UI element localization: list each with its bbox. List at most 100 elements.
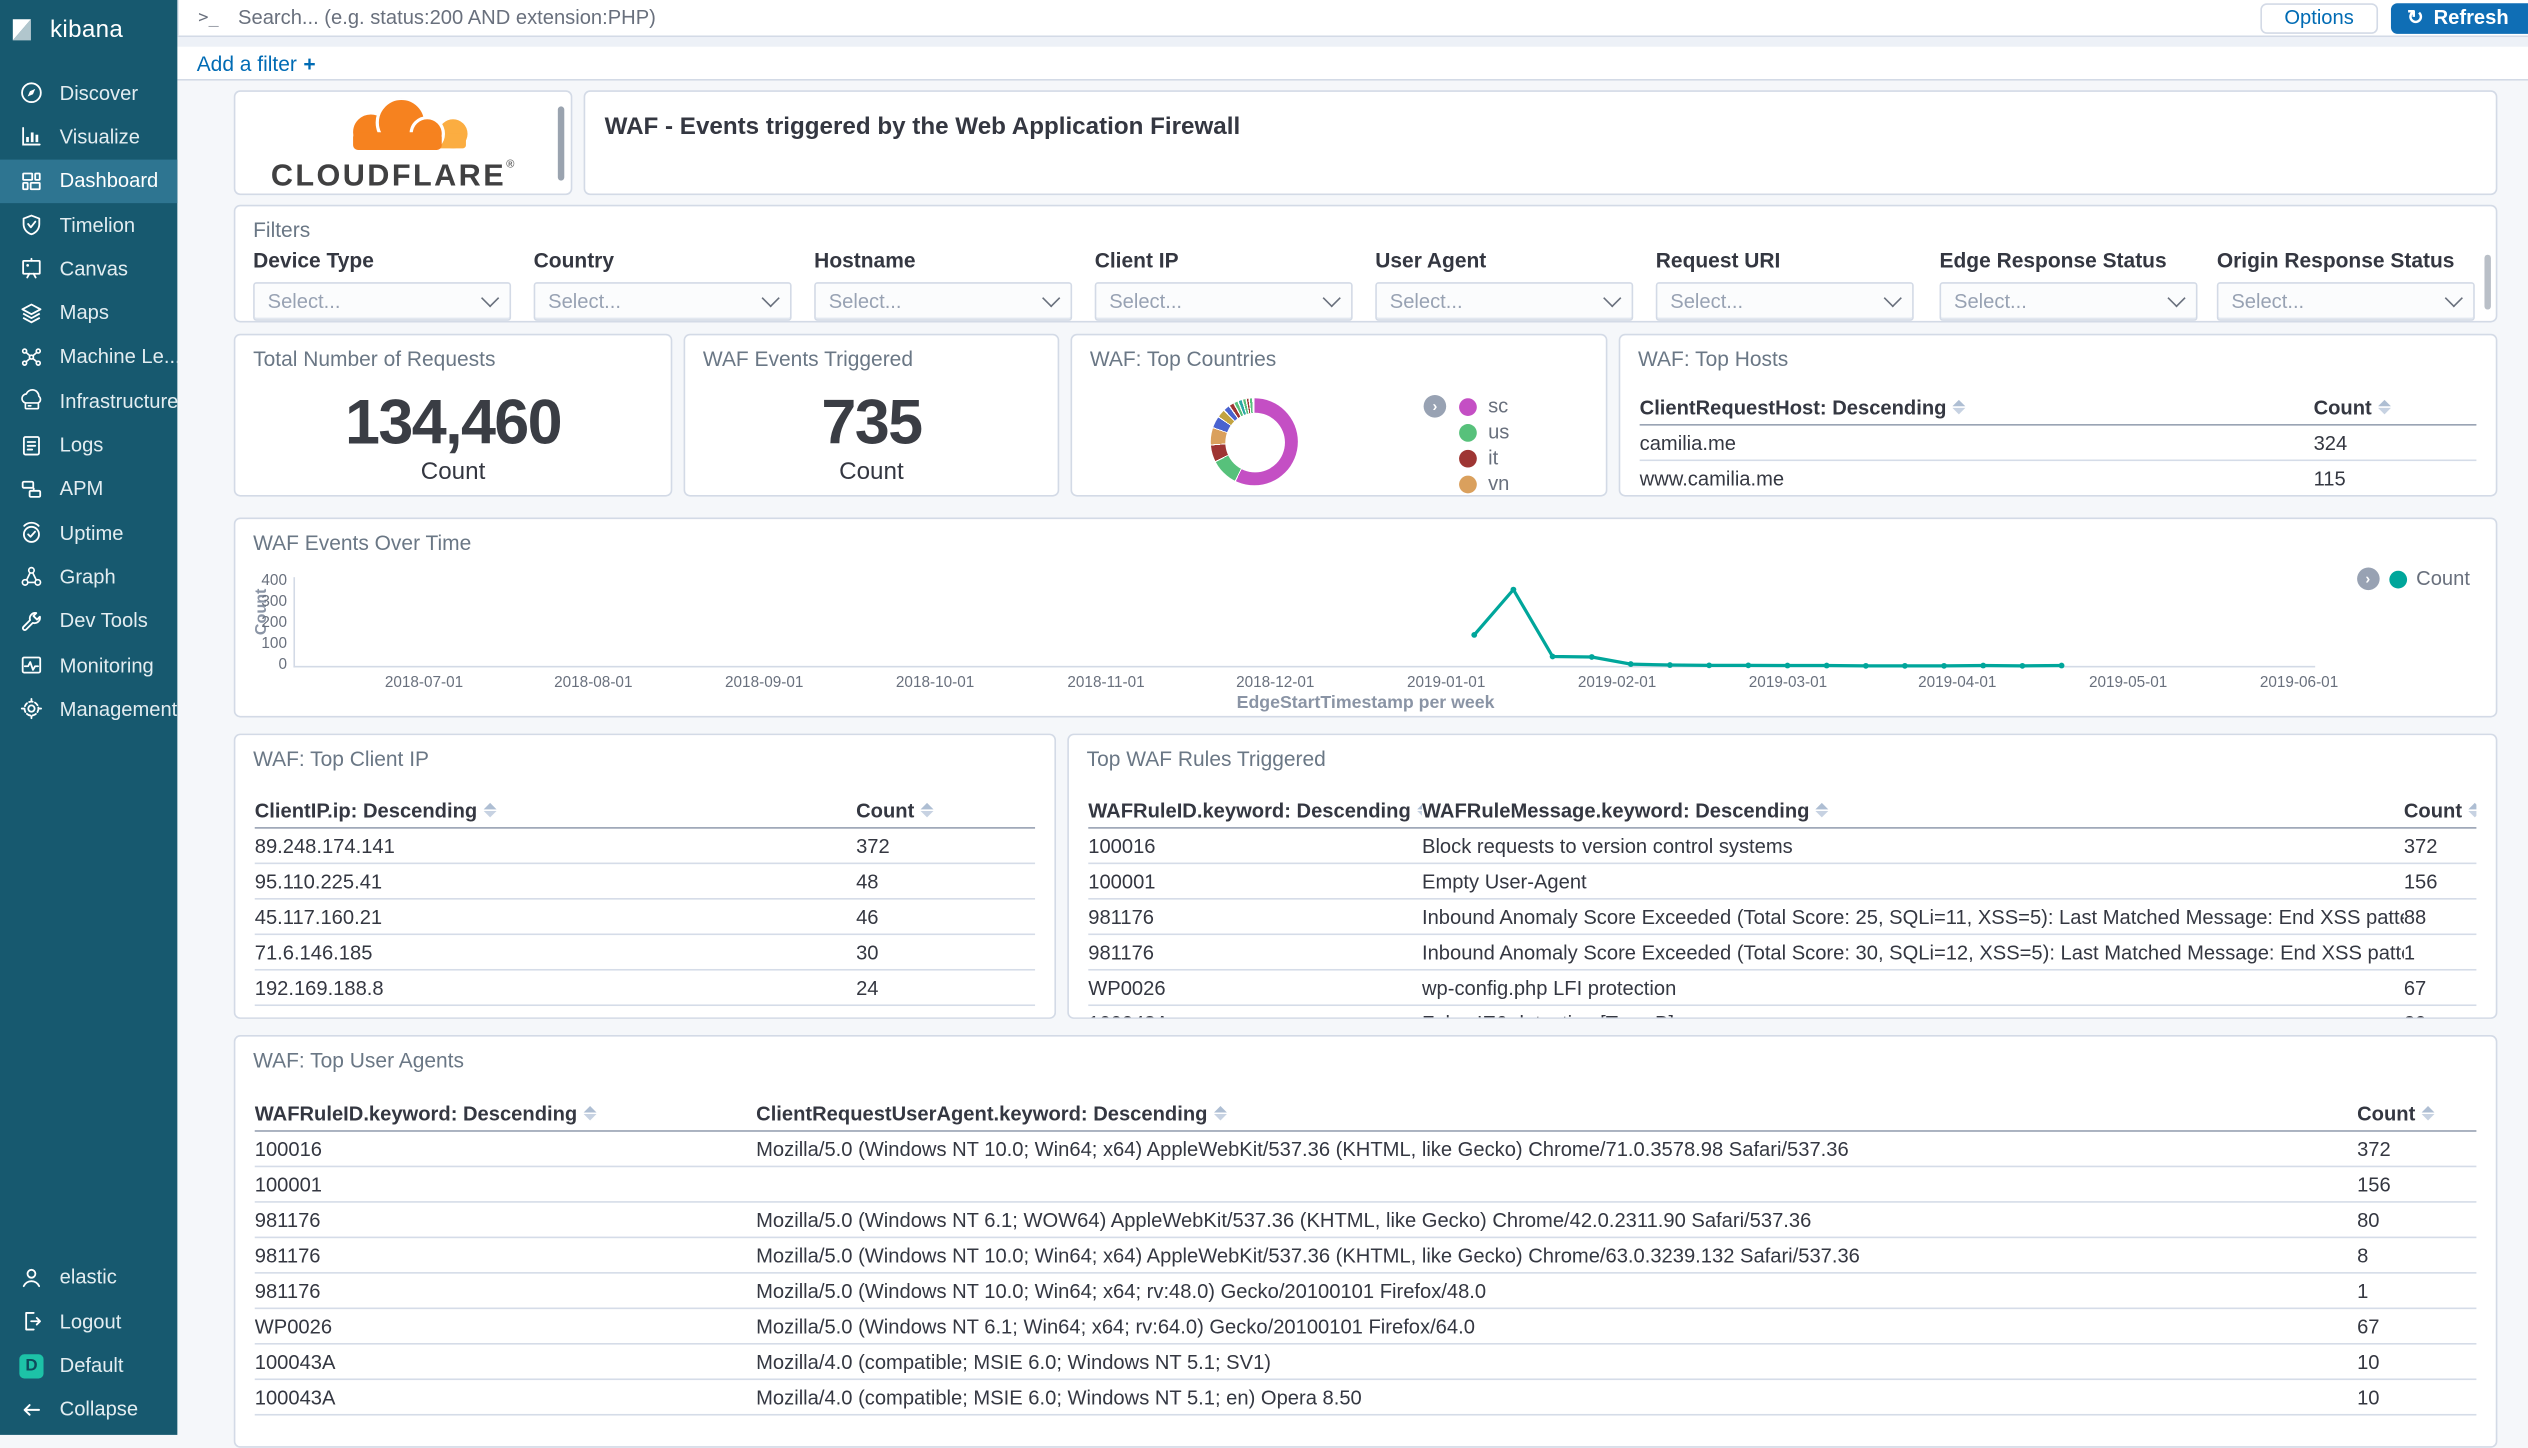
compass-icon xyxy=(19,81,43,105)
time-chart-legend: › Count xyxy=(2357,568,2470,591)
column-header[interactable]: WAFRuleID.keyword: Descending xyxy=(255,1102,756,1125)
legend-item-sc[interactable]: sc xyxy=(1459,393,1509,419)
sidebar-item-dev-tools[interactable]: Dev Tools xyxy=(0,599,177,643)
panel-title: Total Number of Requests xyxy=(253,347,495,371)
request-uri-select[interactable]: Select... xyxy=(1656,282,1914,321)
options-button[interactable]: Options xyxy=(2260,2,2378,33)
sidebar-item-canvas[interactable]: Canvas xyxy=(0,247,177,291)
legend-toggle-icon[interactable]: › xyxy=(1424,395,1447,418)
column-header[interactable]: ClientIP.ip: Descending xyxy=(255,799,856,822)
chevron-down-icon xyxy=(1884,289,1902,307)
sidebar-item-label: Management xyxy=(60,698,178,721)
console-icon: >_ xyxy=(198,8,218,27)
table-row: 192.169.188.824 xyxy=(255,971,1035,1006)
sidebar-item-graph[interactable]: Graph xyxy=(0,555,177,599)
sidebar-item-label: Monitoring xyxy=(60,654,154,677)
layers-icon xyxy=(19,301,43,325)
sidebar-item-logs[interactable]: Logs xyxy=(0,423,177,467)
sidebar-item-management[interactable]: Management xyxy=(0,687,177,731)
filter-origin-response-status: Origin Response Status Select... xyxy=(2217,248,2475,321)
column-header[interactable]: Count xyxy=(856,799,1035,822)
dashboard-area: CLOUDFLARE® WAF - Events triggered by th… xyxy=(177,81,2528,1435)
kibana-logo[interactable]: kibana xyxy=(0,0,177,56)
filters-panel-scrollbar[interactable] xyxy=(2484,255,2490,310)
sort-icon xyxy=(921,803,934,818)
hostname-select[interactable]: Select... xyxy=(814,282,1072,321)
filter-label: User Agent xyxy=(1375,248,1633,272)
edge-response-status-select[interactable]: Select... xyxy=(1940,282,2198,321)
filter-country: Country Select... xyxy=(534,248,792,321)
sidebar-item-monitoring[interactable]: Monitoring xyxy=(0,643,177,687)
user-agent-select[interactable]: Select... xyxy=(1375,282,1633,321)
sidebar: kibana Discover Visualize Dashboard Time… xyxy=(0,0,177,1435)
column-header[interactable]: ClientRequestHost: Descending xyxy=(1640,396,2314,419)
sidebar-item-apm[interactable]: APM xyxy=(0,467,177,511)
registered-mark: ® xyxy=(506,160,517,171)
panel-title: WAF: Top Hosts xyxy=(1638,347,1788,371)
column-header[interactable]: Count xyxy=(2404,799,2477,822)
legend-item-us[interactable]: us xyxy=(1459,419,1509,445)
filters-panel: Filters Device Type Select... Country Se… xyxy=(234,205,2498,323)
sidebar-item-visualize[interactable]: Visualize xyxy=(0,115,177,159)
client-ip-select[interactable]: Select... xyxy=(1095,282,1353,321)
logo-panel-scrollbar[interactable] xyxy=(558,106,564,180)
top-hosts-table: ClientRequestHost: Descending Count cami… xyxy=(1640,390,2477,496)
metric-value: 735 xyxy=(685,389,1057,460)
sidebar-item-collapse[interactable]: Collapse xyxy=(0,1388,177,1432)
device-type-select[interactable]: Select... xyxy=(253,282,511,321)
origin-response-status-select[interactable]: Select... xyxy=(2217,282,2475,321)
panel-title: WAF: Top Client IP xyxy=(253,746,429,770)
sidebar-item-default-space[interactable]: D Default xyxy=(0,1344,177,1388)
sidebar-footer: elastic Logout D Default Collapse xyxy=(0,1256,177,1432)
column-header[interactable]: WAFRuleID.keyword: Descending xyxy=(1088,799,1422,822)
column-header[interactable]: ClientRequestUserAgent.keyword: Descendi… xyxy=(756,1102,2357,1125)
column-header[interactable]: Count xyxy=(2357,1102,2476,1125)
column-header[interactable]: WAFRuleMessage.keyword: Descending xyxy=(1422,799,2404,822)
sidebar-item-user[interactable]: elastic xyxy=(0,1256,177,1300)
table-row: 100001156 xyxy=(255,1167,2477,1202)
search-input[interactable]: Search... (e.g. status:200 AND extension… xyxy=(238,6,656,29)
sidebar-item-machine-learning[interactable]: Machine Le... xyxy=(0,335,177,379)
sidebar-item-label: Canvas xyxy=(60,258,128,281)
sort-icon xyxy=(2422,1106,2435,1121)
table-row: 981176Mozilla/5.0 (Windows NT 10.0; Win6… xyxy=(255,1274,2477,1309)
legend-item-vn[interactable]: vn xyxy=(1459,471,1509,497)
table-row: 981176Inbound Anomaly Score Exceeded (To… xyxy=(1088,900,2476,935)
add-filter-button[interactable]: Add a filter+ xyxy=(197,51,316,75)
table-row: 89.248.174.141372 xyxy=(255,829,1035,864)
refresh-button[interactable]: ↻ Refresh xyxy=(2391,2,2528,33)
table-row: 100001Empty User-Agent156 xyxy=(1088,864,2476,899)
countries-donut-chart[interactable] xyxy=(1211,398,1298,485)
metric-label: Count xyxy=(235,458,670,485)
sidebar-item-infrastructure[interactable]: Infrastructure xyxy=(0,379,177,423)
sidebar-item-timelion[interactable]: Timelion xyxy=(0,203,177,247)
cloudflare-logo: CLOUDFLARE® xyxy=(271,98,517,195)
filter-label: Device Type xyxy=(253,248,511,272)
legend-item-it[interactable]: it xyxy=(1459,445,1509,471)
sidebar-item-uptime[interactable]: Uptime xyxy=(0,511,177,555)
sidebar-item-label: Machine Le... xyxy=(60,346,178,369)
sidebar-item-label: Graph xyxy=(60,566,116,589)
sort-icon xyxy=(2378,400,2391,415)
sidebar-item-logout[interactable]: Logout xyxy=(0,1300,177,1344)
column-header[interactable]: Count xyxy=(2314,396,2477,419)
country-select[interactable]: Select... xyxy=(534,282,792,321)
table-row: 100043AMozilla/4.0 (compatible; MSIE 6.0… xyxy=(255,1345,2477,1380)
table-row: 71.6.146.18530 xyxy=(255,935,1035,970)
user-icon xyxy=(19,1266,43,1290)
table-row: WP0026wp-config.php LFI protection67 xyxy=(1088,971,2476,1006)
refresh-icon: ↻ xyxy=(2407,2,2424,33)
legend-toggle-icon[interactable]: › xyxy=(2357,568,2380,591)
sidebar-item-discover[interactable]: Discover xyxy=(0,71,177,115)
filter-label: Request URI xyxy=(1656,248,1914,272)
document-icon xyxy=(19,433,43,457)
events-line-chart[interactable] xyxy=(235,519,2497,717)
panel-title: WAF Events Triggered xyxy=(703,347,913,371)
sidebar-item-maps[interactable]: Maps xyxy=(0,291,177,335)
legend-label[interactable]: Count xyxy=(2416,568,2470,591)
tags-icon xyxy=(19,477,43,501)
sidebar-item-dashboard[interactable]: Dashboard xyxy=(0,159,177,203)
sidebar-item-label: Logout xyxy=(60,1310,122,1333)
sidebar-item-label: Uptime xyxy=(60,522,124,545)
top-client-ip-panel: WAF: Top Client IP ClientIP.ip: Descendi… xyxy=(234,734,1056,1019)
